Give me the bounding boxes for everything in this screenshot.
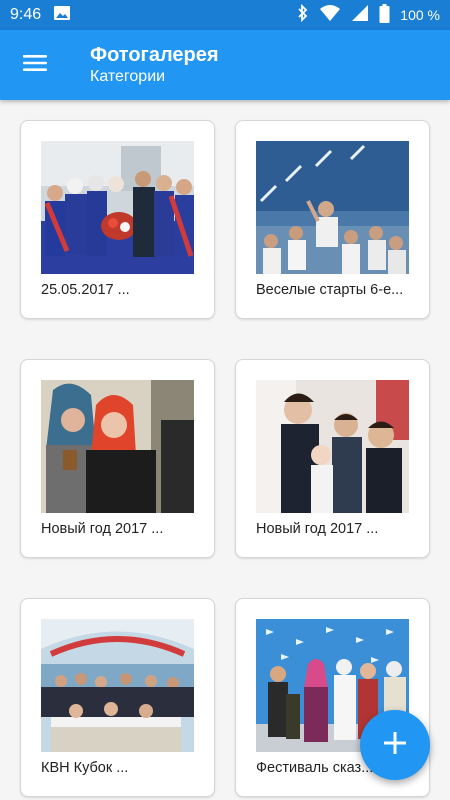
category-card[interactable]: 25.05.2017 ... (20, 120, 215, 319)
add-button[interactable] (360, 710, 430, 780)
title-block: Фотогалерея Категории (90, 43, 219, 87)
category-label: Веселые старты 6-е... (256, 282, 404, 298)
category-label: 25.05.2017 ... (41, 282, 130, 298)
category-thumbnail (41, 141, 194, 274)
battery-icon (379, 3, 390, 27)
menu-button[interactable] (14, 44, 56, 86)
category-label: Новый год 2017 ... (256, 521, 379, 537)
status-time: 9:46 (10, 6, 42, 23)
app-bar: Фотогалерея Категории (0, 30, 450, 100)
category-card[interactable]: Веселые старты 6-е... (235, 120, 430, 319)
category-thumbnail (41, 619, 194, 752)
category-grid: 25.05.2017 ... Веселые старты 6-е... Нов… (0, 100, 450, 800)
category-card[interactable]: Новый год 2017 ... (20, 359, 215, 558)
category-label: Новый год 2017 ... (41, 521, 164, 537)
menu-icon (23, 54, 47, 77)
plus-icon (384, 731, 406, 759)
category-thumbnail (256, 380, 409, 513)
bluetooth-icon (297, 3, 309, 26)
category-label: КВН Кубок ... (41, 760, 129, 776)
cell-signal-icon (351, 4, 369, 26)
page-subtitle: Категории (90, 68, 166, 85)
status-icons: 100 % (297, 3, 440, 27)
battery-percent: 100 % (400, 7, 440, 23)
category-card[interactable]: Новый год 2017 ... (235, 359, 430, 558)
category-thumbnail (41, 380, 194, 513)
status-bar: 9:46 100 % (0, 0, 450, 30)
wifi-icon (319, 4, 341, 26)
category-thumbnail (256, 141, 409, 274)
page-title: Фотогалерея (90, 44, 219, 66)
image-icon (53, 5, 71, 25)
category-card[interactable]: КВН Кубок ... (20, 598, 215, 797)
